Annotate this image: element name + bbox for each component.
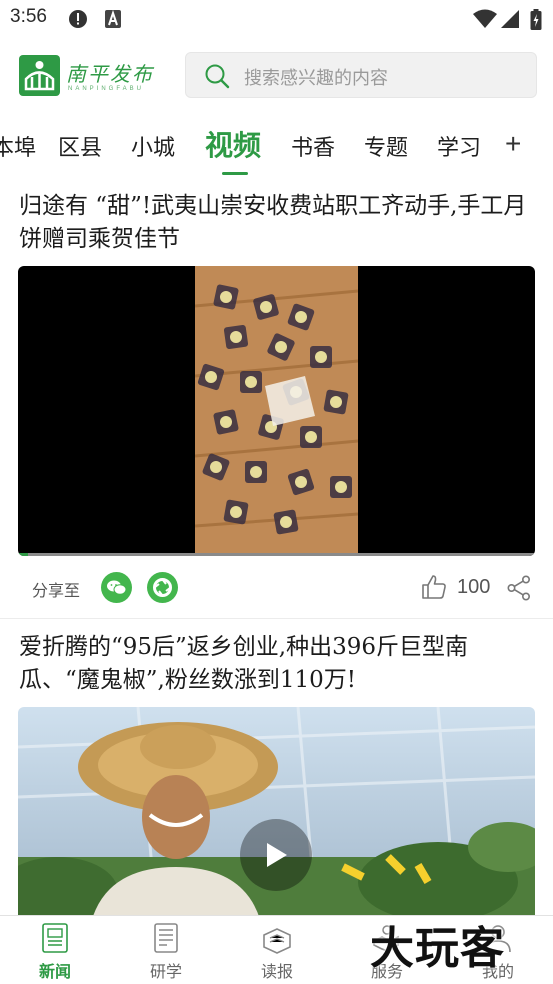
like-count: 100	[457, 576, 491, 598]
nav-news-label: 新闻	[38, 962, 71, 981]
battery-icon	[530, 9, 542, 35]
wifi-icon	[473, 9, 497, 33]
nav-study[interactable]: 研学	[126, 916, 206, 984]
video-thumbnail-2[interactable]	[18, 707, 535, 937]
nav-news[interactable]: 新闻	[15, 916, 95, 984]
study-icon	[154, 923, 178, 953]
logo-text: 南平发布	[66, 62, 154, 86]
share-row: 分享至 100	[0, 564, 553, 614]
active-tab-indicator	[222, 172, 248, 175]
tab-xuexi[interactable]: 学习	[437, 130, 481, 162]
search-bar[interactable]: 搜索感兴趣的内容	[185, 52, 537, 98]
video-player-1[interactable]	[18, 266, 535, 556]
watermark: 大玩客	[370, 923, 505, 974]
status-bar: 3:56	[0, 0, 553, 38]
search-placeholder: 搜索感兴趣的内容	[244, 68, 388, 89]
wechat-icon[interactable]	[101, 572, 132, 603]
like-icon[interactable]	[421, 574, 447, 604]
logo-subtext: NANPINGFABU	[68, 86, 145, 92]
farmer-image	[18, 707, 535, 937]
search-icon	[204, 63, 230, 93]
video-progress-fill	[18, 553, 29, 556]
tab-zhuanti[interactable]: 专题	[364, 130, 408, 162]
newspaper-icon	[263, 928, 291, 954]
nav-newspaper[interactable]: 读报	[237, 916, 317, 984]
share-label: 分享至	[32, 581, 81, 600]
tab-benbu[interactable]: 本埠	[0, 130, 36, 162]
article-title-2[interactable]: 爱折腾的“95后”返乡创业,种出396斤巨型南瓜、“魔鬼椒”,粉丝数涨到110万…	[19, 631, 539, 697]
tab-quxian[interactable]: 区县	[58, 130, 102, 162]
news-icon	[42, 923, 68, 953]
moments-icon[interactable]	[147, 572, 178, 603]
channel-tabs: 本埠 区县 小城 视频 书香 专题 学习 +	[0, 118, 553, 180]
logo-icon	[19, 55, 60, 96]
a-icon	[104, 9, 122, 33]
add-channel-icon[interactable]: +	[505, 128, 521, 160]
tab-xiaocheng[interactable]: 小城	[131, 130, 175, 162]
signal-icon	[500, 9, 520, 33]
app-header: 南平发布 NANPINGFABU 搜索感兴趣的内容	[0, 38, 553, 112]
alert-icon	[68, 9, 88, 33]
video-thumbnail	[195, 266, 358, 553]
tab-shuxiang[interactable]: 书香	[291, 130, 335, 162]
share-icon[interactable]	[507, 575, 531, 605]
video-progress-track[interactable]	[18, 553, 535, 556]
status-time: 3:56	[10, 6, 47, 27]
nav-study-label: 研学	[149, 962, 182, 981]
tab-video[interactable]: 视频	[205, 124, 261, 164]
article-title-1[interactable]: 归途有 “甜”!武夷山崇安收费站职工齐动手,手工月饼赠司乘贺佳节	[19, 190, 539, 256]
article-divider	[0, 618, 553, 619]
nav-newspaper-label: 读报	[260, 962, 293, 981]
